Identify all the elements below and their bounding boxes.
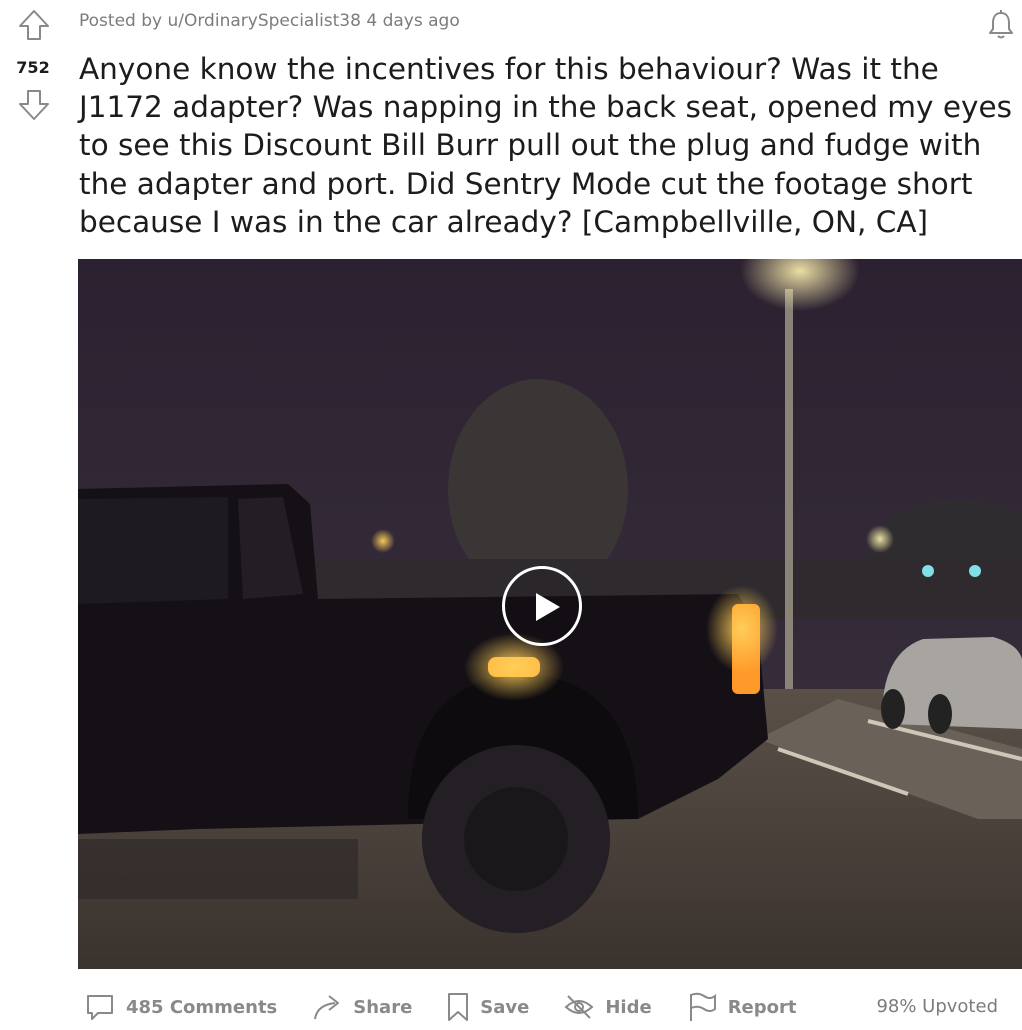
save-button[interactable]: Save (446, 985, 529, 1029)
upvote-ratio: 98% Upvoted (876, 996, 998, 1017)
flag-icon (689, 992, 716, 1021)
post-time: 4 days ago (366, 11, 460, 31)
video-player[interactable] (78, 259, 1022, 969)
share-icon (314, 995, 340, 1020)
comments-button[interactable]: 485 Comments (84, 985, 277, 1029)
notification-bell-button[interactable] (984, 8, 1018, 42)
comment-icon (87, 995, 113, 1020)
vote-score: 752 (16, 58, 50, 77)
vote-column: 752 (0, 0, 66, 260)
report-label: Report (727, 996, 797, 1018)
downvote-button[interactable] (17, 88, 51, 122)
upvote-button[interactable] (17, 8, 51, 42)
author-link[interactable]: u/OrdinarySpecialist38 (167, 11, 360, 31)
comments-label: 485 Comments (126, 996, 278, 1018)
upvote-arrow-icon (19, 10, 49, 40)
bell-icon (989, 10, 1013, 39)
hide-eye-icon (564, 995, 594, 1019)
post-actions-bar: 485 Comments Share Save Hide Report (84, 985, 831, 1029)
hide-button[interactable]: Hide (563, 985, 652, 1029)
posted-by-label: Posted by (79, 11, 163, 31)
play-button[interactable] (502, 566, 582, 646)
share-label: Share (353, 996, 413, 1018)
post-title[interactable]: Anyone know the incentives for this beha… (79, 50, 1014, 241)
bookmark-icon (448, 993, 469, 1021)
share-button[interactable]: Share (311, 985, 412, 1029)
post-meta: Posted by u/OrdinarySpecialist38 4 days … (79, 11, 460, 31)
save-label: Save (480, 996, 530, 1018)
hide-label: Hide (605, 996, 652, 1018)
report-button[interactable]: Report (686, 985, 797, 1029)
downvote-arrow-icon (19, 90, 49, 120)
